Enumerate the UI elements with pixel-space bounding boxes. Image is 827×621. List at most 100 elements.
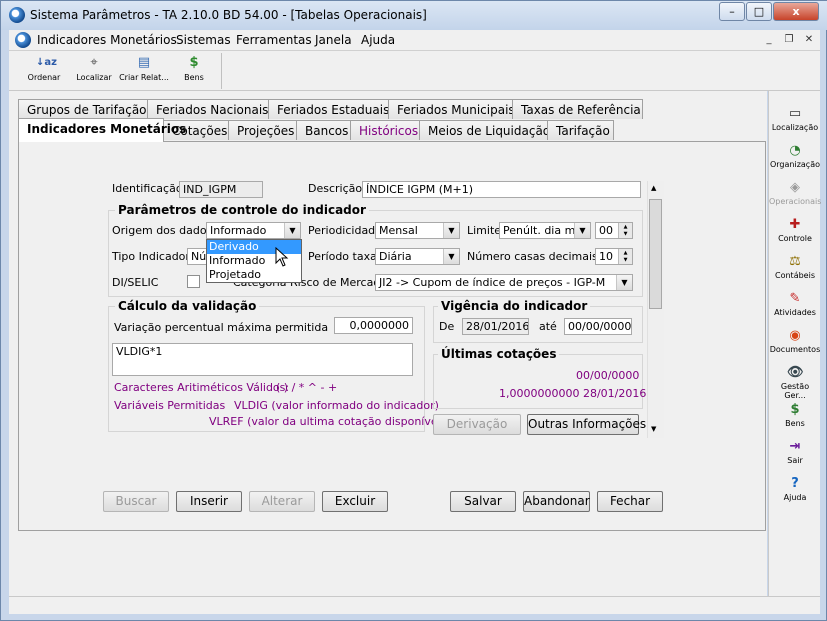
alterar-button[interactable]: Alterar	[249, 491, 315, 512]
chevron-down-icon[interactable]: ▼	[284, 223, 300, 238]
periodicidade-value: Mensal	[379, 224, 418, 237]
de-label: De	[439, 320, 455, 333]
scroll-up-icon[interactable]: ▲	[651, 184, 656, 192]
tab-taxas-referencia[interactable]: Taxas de Referência	[512, 99, 643, 119]
descricao-label: Descrição	[308, 182, 363, 195]
option-projetado[interactable]: Projetado	[207, 268, 301, 282]
maximize-button[interactable]: □	[746, 2, 772, 21]
right-tool-localizacao[interactable]: ▭ Localização	[769, 106, 821, 132]
variacao-field[interactable]: 0,0000000	[334, 317, 413, 334]
sort-az-icon: ↓az	[36, 57, 57, 68]
tab-projecoes[interactable]: Projeções	[228, 120, 297, 140]
right-toolbar: ▭ Localização ◔ Organização ◈ Operacionais ✚ Co…	[768, 91, 821, 596]
tab-indicadores-monetarios[interactable]: Indicadores Monetários	[18, 118, 186, 142]
chevron-down-icon[interactable]: ▼	[574, 223, 590, 238]
right-tool-ajuda[interactable]: ? Ajuda	[769, 476, 821, 502]
buscar-button[interactable]: Buscar	[103, 491, 169, 512]
excluir-button[interactable]: Excluir	[322, 491, 388, 512]
identificacao-field[interactable]: IND_IGPM	[179, 181, 263, 198]
casas-spinner[interactable]: 10 ▲ ▼	[595, 248, 633, 265]
criar-relatorio-button[interactable]: ▤ Criar Relat...	[119, 51, 169, 89]
documentos-label: Documentos	[769, 345, 821, 354]
origem-label: Origem dos dados	[112, 224, 213, 237]
inserir-button[interactable]: Inserir	[176, 491, 242, 512]
chevron-down-icon[interactable]: ▼	[443, 249, 459, 264]
localizacao-label: Localização	[771, 123, 819, 132]
formula-field[interactable]: VLDIG*1	[112, 343, 413, 376]
contabeis-icon: ⚖	[789, 254, 801, 269]
categoria-select[interactable]: JI2 -> Cupom de índice de preços - IGP-M…	[375, 274, 633, 291]
tab-meios-liquidacao[interactable]: Meios de Liquidação	[419, 120, 550, 140]
toolbar: ↓az Ordenar ⌖ Localizar ▤ Criar Relat...…	[9, 51, 820, 91]
controle-label: Controle	[778, 234, 812, 243]
right-tool-contabeis[interactable]: ⚖ Contábeis	[769, 254, 821, 280]
limite-spinner[interactable]: 00 ▲ ▼	[595, 222, 633, 239]
mdi-restore-icon[interactable]: ❐	[781, 33, 797, 47]
bens-label: Bens	[184, 73, 204, 82]
localizar-button[interactable]: ⌖ Localizar	[71, 51, 117, 89]
diselic-checkbox[interactable]	[187, 275, 200, 288]
tab-bancos[interactable]: Bancos	[296, 120, 351, 140]
window-title: Sistema Parâmetros - TA 2.10.0 BD 54.00 …	[30, 8, 427, 22]
documentos-icon: ◉	[789, 328, 801, 343]
limite-select[interactable]: Penúlt. dia mês ▼	[499, 222, 591, 239]
periodo-value: Diária	[379, 250, 412, 263]
menu-sistemas[interactable]: Sistemas	[176, 33, 231, 47]
validacao-title: Cálculo da validação	[115, 299, 260, 313]
de-field[interactable]: 28/01/2016	[462, 318, 529, 335]
ate-field[interactable]: 00/00/0000	[564, 318, 632, 335]
right-tool-operacionais[interactable]: ◈ Operacionais	[769, 180, 821, 206]
tipo-value: Nú	[191, 250, 207, 263]
fechar-button[interactable]: Fechar	[597, 491, 663, 512]
cotacao-date: 00/00/0000	[576, 369, 640, 382]
menu-janela[interactable]: Janela	[315, 33, 352, 47]
salvar-button[interactable]: Salvar	[450, 491, 516, 512]
right-tool-bens[interactable]: $ Bens	[769, 402, 821, 428]
menu-ajuda[interactable]: Ajuda	[361, 33, 395, 47]
periodo-select[interactable]: Diária ▼	[375, 248, 460, 265]
minimize-button[interactable]: –	[719, 2, 745, 21]
tab-tarifacao[interactable]: Tarifação	[547, 120, 614, 140]
scroll-thumb[interactable]	[649, 199, 662, 309]
tab-feriados-municipais[interactable]: Feriados Municipais	[388, 99, 515, 119]
params-group-title: Parâmetros de controle do indicador	[115, 203, 369, 217]
periodicidade-select[interactable]: Mensal ▼	[375, 222, 460, 239]
right-tool-atividades[interactable]: ✎ Atividades	[769, 291, 821, 317]
tab-feriados-nacionais[interactable]: Feriados Nacionais	[147, 99, 269, 119]
abandonar-button[interactable]: Abandonar	[523, 491, 590, 512]
right-tool-sair[interactable]: ⇥ Sair	[769, 439, 821, 465]
vertical-scrollbar[interactable]: ▲ ▼	[647, 181, 664, 438]
gestao-gerencial-icon: 👁	[787, 365, 804, 380]
right-tool-documentos[interactable]: ◉ Documentos	[769, 328, 821, 354]
mdi-minimize-icon[interactable]: _	[761, 33, 777, 47]
right-tool-gestao-gerencial[interactable]: 👁 Gestão Ger...	[769, 365, 821, 400]
chevron-down-icon[interactable]: ▼	[616, 275, 632, 290]
scroll-down-icon[interactable]: ▼	[651, 425, 656, 433]
tab-historicos[interactable]: Históricos	[350, 120, 420, 140]
casas-value: 10	[599, 250, 613, 263]
right-tool-controle[interactable]: ✚ Controle	[769, 217, 821, 243]
spin-down-icon[interactable]: ▼	[618, 256, 632, 264]
variaveis-label: Variáveis Permitidas	[114, 399, 226, 412]
derivacao-button[interactable]: Derivação	[433, 414, 521, 435]
spin-down-icon[interactable]: ▼	[618, 230, 632, 238]
vlref-text: VLREF (valor da ultima cotação disponíve…	[209, 415, 445, 428]
vigencia-title: Vigência do indicador	[438, 299, 591, 313]
origem-select[interactable]: Informado ▼	[206, 222, 301, 239]
casas-label: Número casas decimais	[467, 250, 598, 263]
menu-ferramentas[interactable]: Ferramentas	[236, 33, 312, 47]
mdi-close-icon[interactable]: ✕	[801, 33, 817, 47]
right-tool-organizacao[interactable]: ◔ Organização	[769, 143, 821, 169]
outras-informacoes-button[interactable]: Outras Informações	[527, 414, 646, 435]
ordenar-button[interactable]: ↓az Ordenar	[21, 51, 67, 89]
contabeis-label: Contábeis	[775, 271, 815, 280]
close-button[interactable]: x	[773, 2, 819, 21]
bens-button[interactable]: $ Bens	[171, 51, 217, 89]
chevron-down-icon[interactable]: ▼	[443, 223, 459, 238]
descricao-field[interactable]: ÍNDICE IGPM (M+1)	[362, 181, 641, 198]
mouse-cursor-icon	[275, 247, 289, 267]
title-bar: Sistema Parâmetros - TA 2.10.0 BD 54.00 …	[1, 1, 827, 30]
menu-indicadores[interactable]: Indicadores Monetários	[37, 33, 177, 47]
tab-grupos-tarifacao[interactable]: Grupos de Tarifação	[18, 99, 148, 119]
tab-feriados-estaduais[interactable]: Feriados Estaduais	[268, 99, 389, 119]
